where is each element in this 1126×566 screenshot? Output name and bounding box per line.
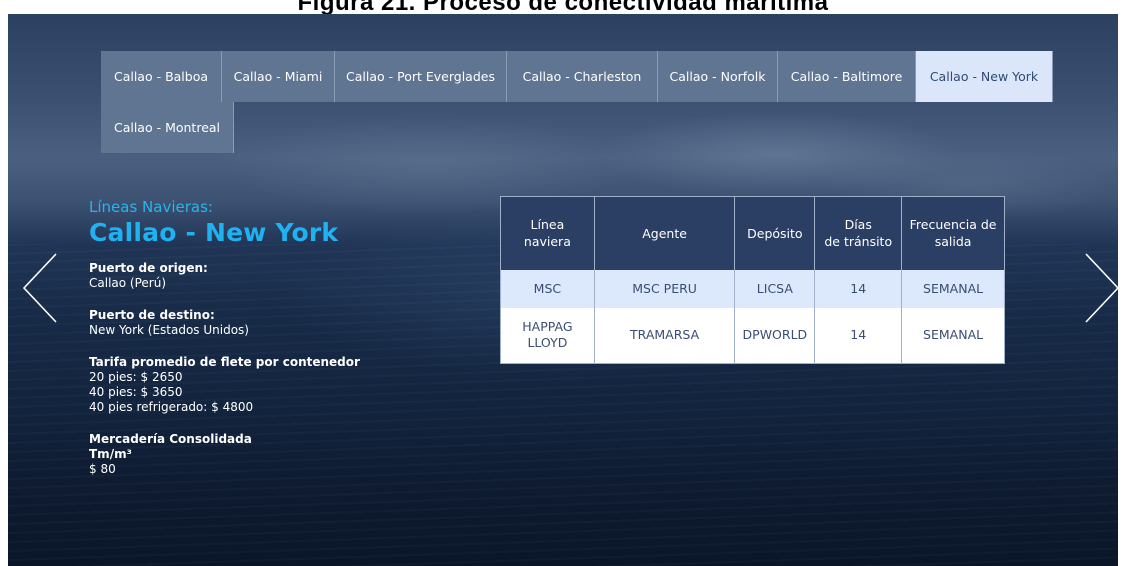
consolidated-value: $ 80	[89, 462, 116, 476]
cell-dias: 14	[814, 269, 903, 308]
tab-callao-charleston[interactable]: Callao - Charleston	[507, 51, 658, 102]
tariff-20: 20 pies: $ 2650	[89, 370, 183, 384]
cell-agente: TRAMARSA	[594, 307, 736, 364]
cell-deposito: DPWORLD	[734, 307, 816, 364]
route-tabs: Callao - Balboa Callao - Miami Callao - …	[101, 51, 1061, 153]
tab-callao-norfolk[interactable]: Callao - Norfolk	[658, 51, 778, 102]
consolidated-block: Mercadería Consolidada Tm/m³ $ 80	[89, 432, 449, 477]
cell-linea: HAPPAG LLOYD	[500, 307, 595, 364]
tab-callao-balboa[interactable]: Callao - Balboa	[101, 51, 222, 102]
tab-callao-baltimore[interactable]: Callao - Baltimore	[778, 51, 916, 102]
shipping-lines-table: Línea naviera Agente Depósito Días de tr…	[500, 196, 1005, 364]
header-linea-naviera: Línea naviera	[500, 196, 595, 270]
section-subtitle: Líneas Navieras:	[89, 198, 213, 216]
consolidated-label: Mercadería Consolidada	[89, 432, 252, 446]
header-frecuencia: Frecuencia de salida	[901, 196, 1005, 270]
origin-value: Callao (Perú)	[89, 276, 167, 290]
chevron-right-icon[interactable]	[1084, 252, 1118, 324]
header-text: Frecuencia de salida	[909, 217, 997, 250]
table-header-row: Línea naviera Agente Depósito Días de tr…	[500, 196, 1005, 270]
cell-linea: MSC	[500, 269, 595, 308]
cell-frecuencia: SEMANAL	[901, 307, 1005, 364]
origin-label: Puerto de origen:	[89, 261, 208, 275]
origin-block: Puerto de origen: Callao (Perú)	[89, 261, 449, 291]
header-text: Días de tránsito	[824, 217, 893, 250]
cell-frecuencia: SEMANAL	[901, 269, 1005, 308]
tab-callao-montreal[interactable]: Callao - Montreal	[101, 102, 234, 153]
route-title: Callao - New York	[89, 218, 339, 247]
tab-callao-port-everglades[interactable]: Callao - Port Everglades	[335, 51, 507, 102]
slider-scene: Callao - Balboa Callao - Miami Callao - …	[8, 14, 1118, 566]
header-text: Depósito	[747, 225, 803, 241]
table-row: MSC MSC PERU LICSA 14 SEMANAL	[500, 269, 1005, 308]
table-row: HAPPAG LLOYD TRAMARSA DPWORLD 14 SEMANAL	[500, 307, 1005, 364]
tab-callao-miami[interactable]: Callao - Miami	[222, 51, 335, 102]
tariff-block: Tarifa promedio de flete por contenedor …	[89, 355, 449, 415]
header-deposito: Depósito	[734, 196, 816, 270]
tariff-40: 40 pies: $ 3650	[89, 385, 183, 399]
destination-value: New York (Estados Unidos)	[89, 323, 249, 337]
destination-label: Puerto de destino:	[89, 308, 215, 322]
tariff-40-reefer: 40 pies refrigerado: $ 4800	[89, 400, 254, 414]
header-dias-transito: Días de tránsito	[814, 196, 903, 270]
header-text: Línea naviera	[523, 217, 571, 250]
tariff-label: Tarifa promedio de flete por contenedor	[89, 355, 360, 369]
tab-row-1: Callao - Balboa Callao - Miami Callao - …	[101, 51, 1061, 102]
cell-deposito: LICSA	[734, 269, 816, 308]
route-info: Líneas Navieras: Callao - New York Puert…	[89, 198, 449, 477]
chevron-left-icon[interactable]	[22, 252, 58, 324]
tab-callao-new-york[interactable]: Callao - New York	[916, 51, 1053, 102]
header-text: Agente	[642, 225, 687, 241]
tab-row-2: Callao - Montreal	[101, 102, 1061, 153]
cell-dias: 14	[814, 307, 903, 364]
cell-agente: MSC PERU	[594, 269, 736, 308]
header-agente: Agente	[594, 196, 736, 270]
destination-block: Puerto de destino: New York (Estados Uni…	[89, 308, 449, 338]
consolidated-unit: Tm/m³	[89, 447, 132, 461]
